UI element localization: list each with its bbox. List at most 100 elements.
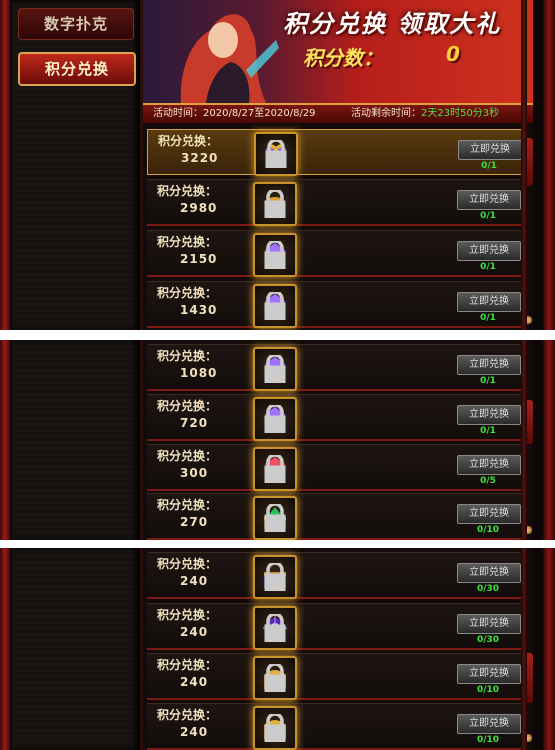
- score-value: 0: [446, 42, 460, 66]
- sidebar: [12, 548, 143, 750]
- main-area: 积分兑换： 1080 立即兑换 0/1 积分兑换： 720 立即兑换 0/1 积…: [143, 340, 533, 540]
- lock-icon: [264, 664, 286, 692]
- redeem-count: 0/5: [480, 476, 496, 486]
- redeem-button[interactable]: 立即兑换: [457, 355, 521, 375]
- item-cost: 270: [180, 515, 209, 529]
- list-item: 积分兑换： 1430 立即兑换 0/1: [147, 281, 525, 328]
- redeem-count: 0/30: [476, 635, 500, 645]
- item-label: 积分兑换：: [157, 658, 218, 672]
- item-label: 积分兑换：: [157, 708, 218, 722]
- redeem-button[interactable]: 立即兑换: [457, 241, 521, 261]
- panel-bottom: 积分兑换： 240 立即兑换 0/30 积分兑换： 240 立即兑换 0/30 …: [0, 548, 555, 750]
- right-inner-rail: [521, 0, 527, 330]
- redeem-button[interactable]: 立即兑换: [457, 714, 521, 734]
- lock-icon: [264, 292, 286, 320]
- activity-period: 活动时间：2020/8/27至2020/8/29: [153, 108, 316, 119]
- panel-top: 数字扑克 积分兑换 积分兑换 领取大礼 积分数： 0 活动时间：2020/8/2…: [0, 0, 555, 330]
- lock-icon: [264, 504, 286, 532]
- purple-gem-icon: [253, 284, 297, 328]
- main-area: 积分兑换 领取大礼 积分数： 0 活动时间：2020/8/27至2020/8/2…: [143, 0, 533, 330]
- item-label: 积分兑换：: [157, 399, 218, 413]
- sidebar: 数字扑克 积分兑换: [12, 0, 143, 330]
- redeem-count: 0/1: [480, 262, 496, 272]
- redeem-button[interactable]: 立即兑换: [457, 455, 521, 475]
- remaining-time: 活动剩余时间：2天23时50分3秒: [351, 108, 500, 119]
- list-item: 积分兑换： 1080 立即兑换 0/1: [147, 344, 525, 391]
- item-cost: 3220: [181, 151, 219, 165]
- purple-orb-icon: [253, 606, 297, 650]
- list-item: 积分兑换： 240 立即兑换 0/10: [147, 703, 525, 750]
- main-area: 积分兑换： 240 立即兑换 0/30 积分兑换： 240 立即兑换 0/30 …: [143, 548, 533, 750]
- right-rail: [543, 0, 555, 330]
- item-cost: 2980: [180, 201, 218, 215]
- redeem-count: 0/10: [476, 525, 500, 535]
- redeem-button[interactable]: 立即兑换: [457, 664, 521, 684]
- sidebar: [12, 340, 143, 540]
- redeem-count: 0/10: [476, 685, 500, 695]
- lock-icon: [264, 355, 286, 383]
- sidebar-item-poker[interactable]: 数字扑克: [18, 8, 134, 40]
- item-label: 积分兑换：: [157, 608, 218, 622]
- list-item: 积分兑换： 2150 立即兑换 0/1: [147, 230, 525, 277]
- item-label: 积分兑换：: [157, 286, 218, 300]
- item-cost: 1430: [180, 303, 218, 317]
- lock-icon: [264, 455, 286, 483]
- redeem-count: 0/1: [480, 426, 496, 436]
- red-gem-icon: [253, 447, 297, 491]
- remaining-time-value: 2天23时50分3秒: [421, 108, 500, 119]
- item-cost: 300: [180, 466, 209, 480]
- activity-timebar: 活动时间：2020/8/27至2020/8/29 活动剩余时间：2天23时50分…: [143, 105, 533, 123]
- item-cost: 1080: [180, 366, 218, 380]
- right-rail: [543, 340, 555, 540]
- redeem-count: 0/1: [480, 211, 496, 221]
- redeem-count: 0/1: [480, 313, 496, 323]
- right-rail: [543, 548, 555, 750]
- panel-middle: 积分兑换： 1080 立即兑换 0/1 积分兑换： 720 立即兑换 0/1 积…: [0, 340, 555, 540]
- item-cost: 2150: [180, 252, 218, 266]
- redeem-button[interactable]: 立即兑换: [457, 292, 521, 312]
- redeem-button[interactable]: 立即兑换: [457, 563, 521, 583]
- redeem-button[interactable]: 立即兑换: [457, 614, 521, 634]
- item-cost: 240: [180, 625, 209, 639]
- item-label: 积分兑换：: [157, 235, 218, 249]
- lock-icon: [264, 714, 286, 742]
- list-item: 积分兑换： 240 立即兑换 0/30: [147, 603, 525, 650]
- redeem-button[interactable]: 立即兑换: [457, 190, 521, 210]
- list-item: 积分兑换： 270 立即兑换 0/10: [147, 493, 525, 540]
- item-cost: 240: [180, 675, 209, 689]
- lock-icon: [264, 241, 286, 269]
- gold-chest-icon: [253, 656, 297, 700]
- item-cost: 240: [180, 725, 209, 739]
- item-label: 积分兑换：: [157, 349, 218, 363]
- right-inner-rail: [521, 340, 527, 540]
- green-gem-chest-icon: [253, 496, 297, 540]
- list-item: 积分兑换： 240 立即兑换 0/30: [147, 552, 525, 599]
- treasure-pot-icon: [253, 182, 297, 226]
- redeem-count: 0/30: [476, 584, 500, 594]
- gold-chest-icon: [253, 706, 297, 750]
- item-label: 积分兑换：: [157, 498, 218, 512]
- lock-icon: [264, 614, 286, 642]
- list-item: 积分兑换： 720 立即兑换 0/1: [147, 394, 525, 441]
- redeem-button[interactable]: 立即兑换: [457, 504, 521, 524]
- purple-gem-icon: [253, 397, 297, 441]
- heroine-portrait-icon: [180, 14, 279, 103]
- left-rail: [0, 548, 10, 750]
- purple-gem-icon: [253, 233, 297, 277]
- list-item: 积分兑换： 300 立即兑换 0/5: [147, 444, 525, 491]
- item-cost: 240: [180, 574, 209, 588]
- lock-icon: [265, 140, 287, 168]
- gift-box-icon: [254, 132, 298, 176]
- list-item: 积分兑换： 240 立即兑换 0/10: [147, 653, 525, 700]
- redeem-count: 0/10: [476, 735, 500, 745]
- right-inner-rail: [521, 548, 527, 750]
- redeem-button[interactable]: 立即兑换: [458, 140, 522, 160]
- lock-icon: [264, 405, 286, 433]
- item-cost: 720: [180, 416, 209, 430]
- item-label: 积分兑换：: [157, 557, 218, 571]
- left-rail: [0, 0, 10, 330]
- lock-icon: [264, 563, 286, 591]
- list-item: 积分兑换： 3220 立即兑换 0/1: [147, 129, 527, 176]
- sidebar-item-exchange[interactable]: 积分兑换: [18, 52, 136, 86]
- redeem-button[interactable]: 立即兑换: [457, 405, 521, 425]
